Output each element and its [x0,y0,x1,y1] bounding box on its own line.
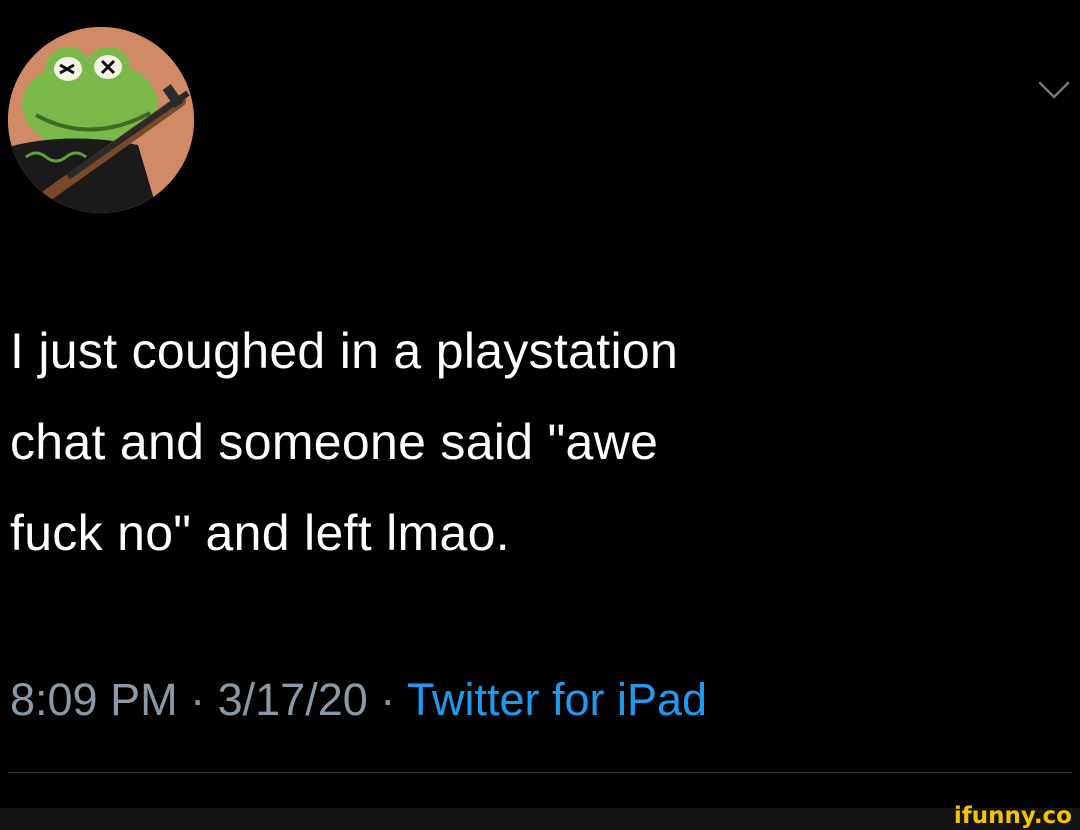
frog-avatar-image [8,27,194,213]
chevron-down-icon[interactable] [1036,78,1072,102]
tweet-text: I just coughed in a playstation chat and… [10,323,679,561]
watermark-bar [0,808,1080,830]
tweet-source-link[interactable]: Twitter for iPad [407,674,707,725]
tweet-meta: 8:09 PM · 3/17/20 · Twitter for iPad [10,670,707,730]
watermark-logo: ifunny.co [953,803,1072,829]
meta-separator: · [380,674,396,725]
tweet-card: I just coughed in a playstation chat and… [0,0,1080,808]
avatar[interactable] [8,27,194,213]
divider [8,772,1072,773]
tweet-date[interactable]: 3/17/20 [218,674,368,725]
tweet-time[interactable]: 8:09 PM [10,674,178,725]
meta-separator: · [190,674,206,725]
